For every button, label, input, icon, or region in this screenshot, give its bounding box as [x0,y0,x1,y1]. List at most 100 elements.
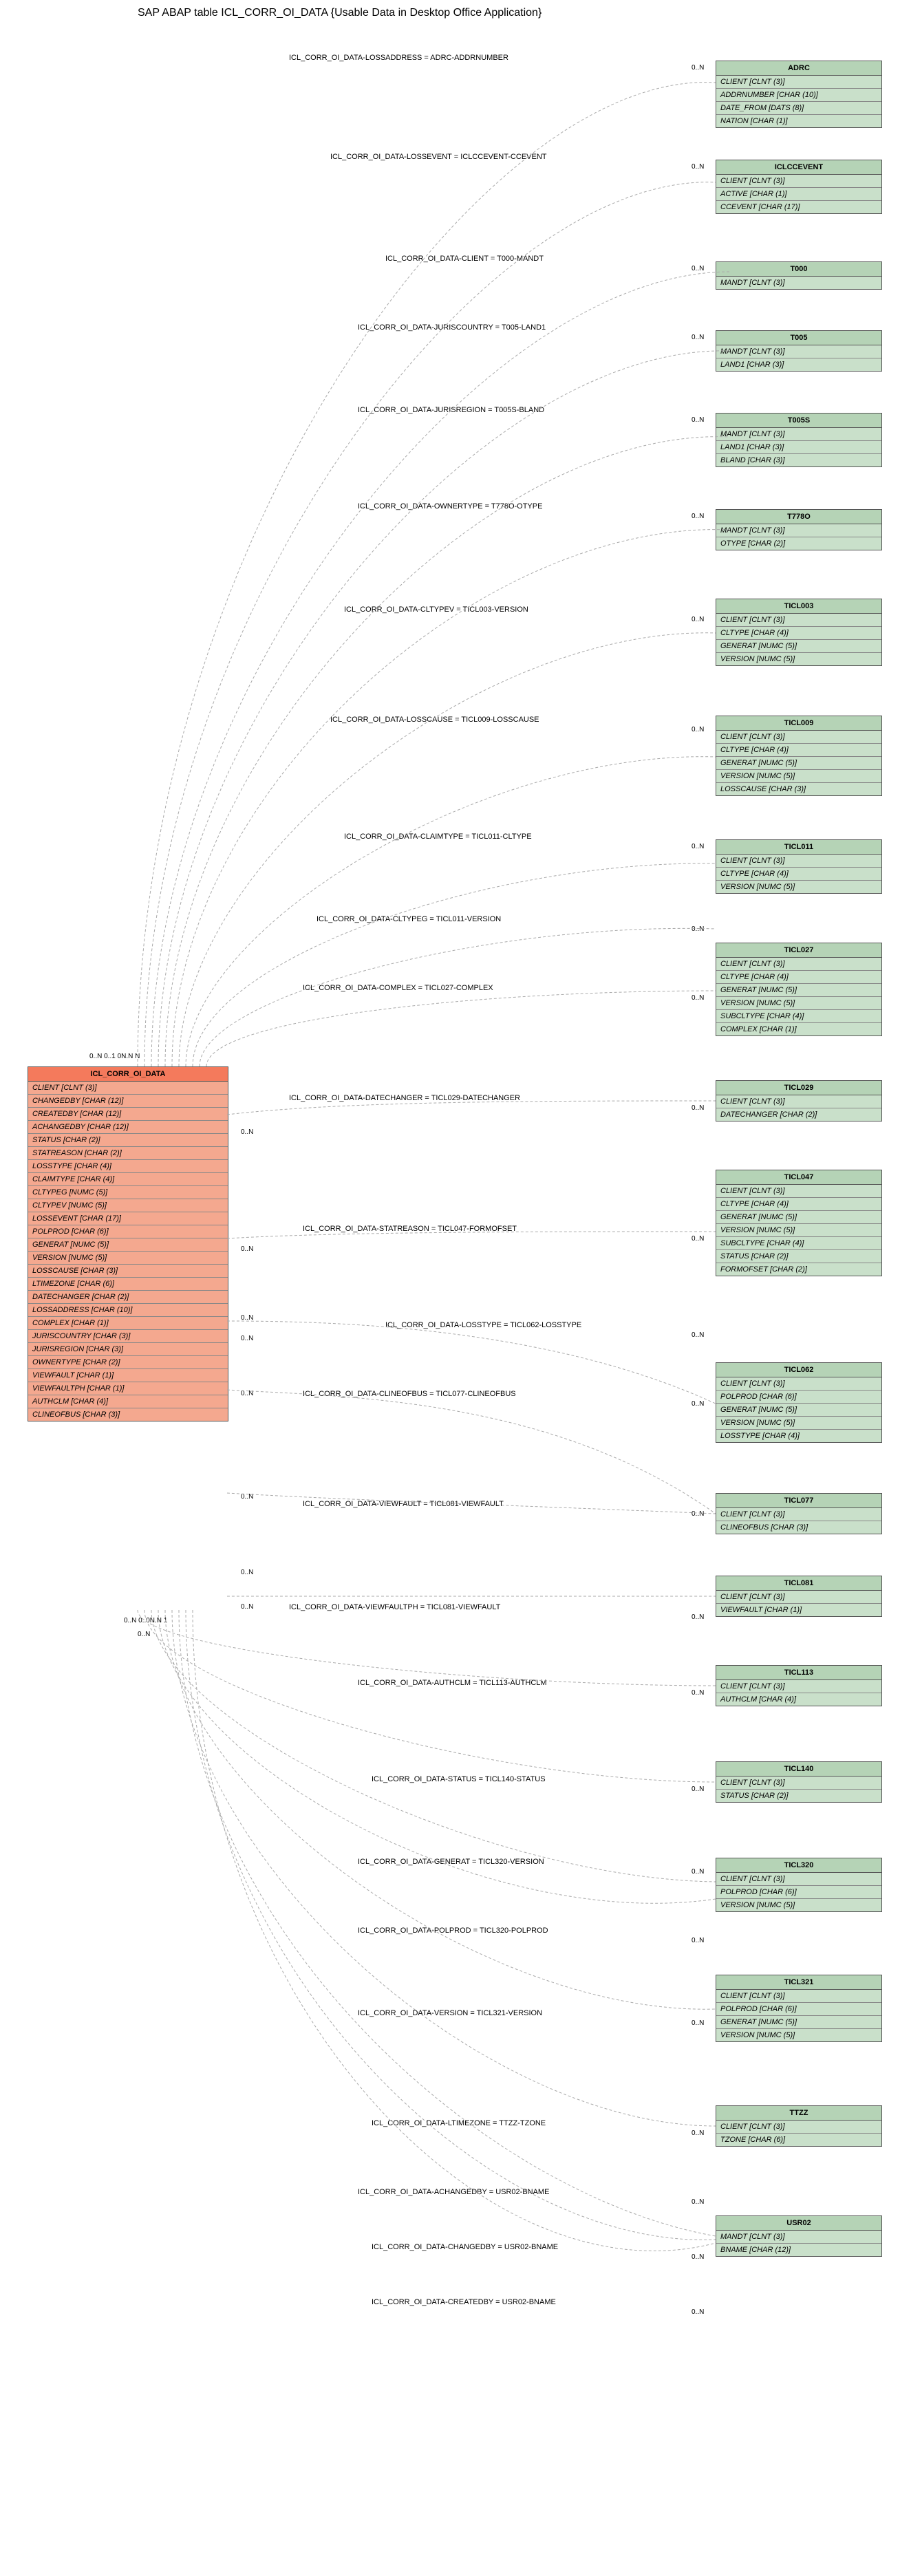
entity-main-field: CHANGEDBY [CHAR (12)] [28,1095,228,1108]
diagram-title: SAP ABAP table ICL_CORR_OI_DATA {Usable … [138,7,542,19]
entity-field: LOSSCAUSE [CHAR (3)] [716,783,881,795]
entity-field: STATUS [CHAR (2)] [716,1790,881,1802]
entity-field: STATUS [CHAR (2)] [716,1250,881,1263]
card-cluster-e: 0..N [241,1390,253,1397]
entity-main-field: ACHANGEDBY [CHAR (12)] [28,1121,228,1134]
entity-field: GENERAT [NUMC (5)] [716,1404,881,1417]
entity-field: CLTYPE [CHAR (4)] [716,868,881,881]
entity-ticl081: TICL081CLIENT [CLNT (3)]VIEWFAULT [CHAR … [716,1576,882,1617]
entity-header: TICL003 [716,599,881,614]
entity-field: CLINEOFBUS [CHAR (3)] [716,1521,881,1534]
relationship-label: ICL_CORR_OI_DATA-LOSSTYPE = TICL062-LOSS… [385,1321,581,1329]
relationship-label: ICL_CORR_OI_DATA-DATECHANGER = TICL029-D… [289,1094,520,1102]
entity-field: CLIENT [CLNT (3)] [716,614,881,627]
entity-ticl029: TICL029CLIENT [CLNT (3)]DATECHANGER [CHA… [716,1080,882,1121]
entity-main-field: COMPLEX [CHAR (1)] [28,1317,228,1330]
entity-main-field: CREATEDBY [CHAR (12)] [28,1108,228,1121]
entity-iclccevent: ICLCCEVENTCLIENT [CLNT (3)]ACTIVE [CHAR … [716,160,882,214]
entity-ticl113: TICL113CLIENT [CLNT (3)]AUTHCLM [CHAR (4… [716,1665,882,1706]
entity-field: LAND1 [CHAR (3)] [716,441,881,454]
entity-adrc: ADRCCLIENT [CLNT (3)]ADDRNUMBER [CHAR (1… [716,61,882,128]
relationship-label: ICL_CORR_OI_DATA-AUTHCLM = TICL113-AUTHC… [358,1679,547,1687]
card-cluster-d: 0..N [241,1335,253,1342]
entity-field: CLTYPE [CHAR (4)] [716,1198,881,1211]
cardinality-right: 0..N [692,1613,704,1621]
entity-main-field: LOSSEVENT [CHAR (17)] [28,1212,228,1225]
entity-header: TICL047 [716,1170,881,1185]
entity-header: TICL320 [716,1858,881,1873]
relationship-label: ICL_CORR_OI_DATA-CLTYPEV = TICL003-VERSI… [344,605,528,614]
relationship-label: ICL_CORR_OI_DATA-VIEWFAULTPH = TICL081-V… [289,1603,500,1611]
relationship-label: ICL_CORR_OI_DATA-POLPROD = TICL320-POLPR… [358,1926,548,1935]
entity-field: LAND1 [CHAR (3)] [716,358,881,371]
entity-field: CLIENT [CLNT (3)] [716,1591,881,1604]
entity-field: MANDT [CLNT (3)] [716,277,881,289]
entity-field: CCEVENT [CHAR (17)] [716,201,881,213]
entity-header: T005 [716,331,881,345]
cardinality-right: 0..N [692,1400,704,1408]
entity-field: CLTYPE [CHAR (4)] [716,744,881,757]
entity-header: TICL011 [716,840,881,855]
entity-field: CLIENT [CLNT (3)] [716,1508,881,1521]
entity-field: CLIENT [CLNT (3)] [716,1377,881,1391]
entity-t005s: T005SMANDT [CLNT (3)]LAND1 [CHAR (3)]BLA… [716,413,882,467]
entity-header: TICL009 [716,716,881,731]
entity-ticl011: TICL011CLIENT [CLNT (3)]CLTYPE [CHAR (4)… [716,839,882,894]
entity-t000: T000MANDT [CLNT (3)] [716,261,882,290]
entity-field: VERSION [NUMC (5)] [716,2029,881,2041]
entity-field: SUBCLTYPE [CHAR (4)] [716,1010,881,1023]
entity-field: BNAME [CHAR (12)] [716,2244,881,2256]
entity-field: CLIENT [CLNT (3)] [716,731,881,744]
relationship-label: ICL_CORR_OI_DATA-STATREASON = TICL047-FO… [303,1225,517,1233]
cardinality-right: 0..N [692,616,704,623]
entity-field: MANDT [CLNT (3)] [716,345,881,358]
entity-t005: T005MANDT [CLNT (3)]LAND1 [CHAR (3)] [716,330,882,372]
diagram-canvas: SAP ABAP table ICL_CORR_OI_DATA {Usable … [0,0,911,2576]
entity-main-field: CLTYPEV [NUMC (5)] [28,1199,228,1212]
entity-main-field: LTIMEZONE [CHAR (6)] [28,1278,228,1291]
entity-field: TZONE [CHAR (6)] [716,2134,881,2146]
entity-header: ICLCCEVENT [716,160,881,175]
entity-ticl009: TICL009CLIENT [CLNT (3)]CLTYPE [CHAR (4)… [716,716,882,796]
entity-main-field: JURISREGION [CHAR (3)] [28,1343,228,1356]
card-cluster-bot: 0..N 0..0N.N 1 [124,1617,167,1624]
entity-main-field: LOSSCAUSE [CHAR (3)] [28,1265,228,1278]
entity-main-field: DATECHANGER [CHAR (2)] [28,1291,228,1304]
entity-field: VIEWFAULT [CHAR (1)] [716,1604,881,1616]
entity-field: CLIENT [CLNT (3)] [716,1680,881,1693]
entity-field: AUTHCLM [CHAR (4)] [716,1693,881,1706]
card-cluster-f: 0..N [241,1493,253,1501]
entity-main-field: STATUS [CHAR (2)] [28,1134,228,1147]
relationship-label: ICL_CORR_OI_DATA-LOSSEVENT = ICLCCEVENT-… [330,153,547,161]
entity-header: TICL140 [716,1762,881,1777]
cardinality-right: 0..N [692,334,704,341]
entity-field: SUBCLTYPE [CHAR (4)] [716,1237,881,1250]
entity-main-field: LOSSTYPE [CHAR (4)] [28,1160,228,1173]
entity-field: GENERAT [NUMC (5)] [716,757,881,770]
relationship-label: ICL_CORR_OI_DATA-CLTYPEG = TICL011-VERSI… [317,915,501,923]
relationship-label: ICL_CORR_OI_DATA-VERSION = TICL321-VERSI… [358,2009,542,2017]
entity-field: GENERAT [NUMC (5)] [716,2016,881,2029]
entity-usr02: USR02MANDT [CLNT (3)]BNAME [CHAR (12)] [716,2215,882,2257]
relationship-label: ICL_CORR_OI_DATA-ACHANGEDBY = USR02-BNAM… [358,2188,549,2196]
entity-header: TICL029 [716,1081,881,1095]
entity-ticl077: TICL077CLIENT [CLNT (3)]CLINEOFBUS [CHAR… [716,1493,882,1534]
cardinality-right: 0..N [692,843,704,850]
relationship-label: ICL_CORR_OI_DATA-CREATEDBY = USR02-BNAME [372,2298,556,2306]
entity-main-field: AUTHCLM [CHAR (4)] [28,1395,228,1408]
entity-field: DATECHANGER [CHAR (2)] [716,1108,881,1121]
relationship-label: ICL_CORR_OI_DATA-VIEWFAULT = TICL081-VIE… [303,1500,504,1508]
entity-field: GENERAT [NUMC (5)] [716,1211,881,1224]
relationship-label: ICL_CORR_OI_DATA-COMPLEX = TICL027-COMPL… [303,984,493,992]
entity-header: T005S [716,414,881,428]
entity-field: VERSION [NUMC (5)] [716,1899,881,1911]
entity-field: POLPROD [CHAR (6)] [716,1391,881,1404]
entity-main-field: VERSION [NUMC (5)] [28,1252,228,1265]
cardinality-right: 0..N [692,416,704,424]
entity-main-field: OWNERTYPE [CHAR (2)] [28,1356,228,1369]
entity-ticl320: TICL320CLIENT [CLNT (3)]POLPROD [CHAR (6… [716,1858,882,1912]
entity-main: ICL_CORR_OI_DATA CLIENT [CLNT (3)]CHANGE… [28,1066,228,1421]
relationship-label: ICL_CORR_OI_DATA-CLINEOFBUS = TICL077-CL… [303,1390,516,1398]
entity-main-header: ICL_CORR_OI_DATA [28,1067,228,1082]
entity-header: TICL321 [716,1975,881,1990]
